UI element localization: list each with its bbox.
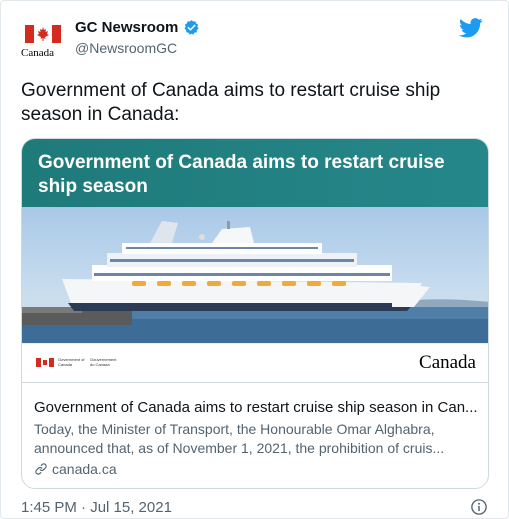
avatar[interactable]: Canada <box>21 19 67 65</box>
tweet-timestamp[interactable]: 1:45 PM · Jul 15, 2021 <box>21 499 172 516</box>
avatar-wordmark: Canada <box>21 47 54 59</box>
banner-text: Government of Canada aims to restart cru… <box>38 152 445 197</box>
signature-en: Government of Canada <box>58 357 85 367</box>
mini-flag-icon <box>36 357 54 367</box>
link-icon <box>35 463 47 475</box>
tweet-text: Government of Canada aims to restart cru… <box>21 80 441 125</box>
link-preview-card[interactable]: Government of Canada aims to restart cru… <box>21 138 489 489</box>
gc-signature: Government of Canada Gouvernement du Can… <box>36 357 118 367</box>
card-title[interactable]: Government of Canada aims to restart cru… <box>34 399 478 416</box>
card-signature-strip: Government of Canada Gouvernement du Can… <box>22 343 488 381</box>
verified-badge-icon <box>184 20 199 35</box>
card-link[interactable]: canada.ca <box>34 461 117 477</box>
card-description: Today, the Minister of Transport, the Ho… <box>34 420 478 458</box>
card-domain[interactable]: canada.ca <box>52 461 117 477</box>
card-meta[interactable]: Government of Canada aims to restart cru… <box>22 382 488 488</box>
account-handle[interactable]: @NewsroomGC <box>75 40 200 56</box>
tweet-header: Canada GC Newsroom @NewsroomGC <box>21 15 491 63</box>
card-description-line2: announced that, as of November 1, 2021, … <box>34 440 445 456</box>
tweet-card[interactable]: Canada GC Newsroom @NewsroomGC Governmen… <box>0 0 509 519</box>
display-name[interactable]: GC Newsroom <box>75 19 178 36</box>
canada-flag-icon <box>25 25 61 43</box>
canada-wordmark: Canada <box>419 352 476 373</box>
info-icon[interactable] <box>470 498 488 516</box>
card-description-line1: Today, the Minister of Transport, the Ho… <box>34 421 435 437</box>
account-names: GC Newsroom @NewsroomGC <box>75 19 200 56</box>
twitter-bird-icon[interactable] <box>459 17 483 39</box>
cruise-ship-photo <box>22 207 488 343</box>
signature-fr: Gouvernement du Canada <box>90 357 117 367</box>
card-banner: Government of Canada aims to restart cru… <box>22 139 488 207</box>
